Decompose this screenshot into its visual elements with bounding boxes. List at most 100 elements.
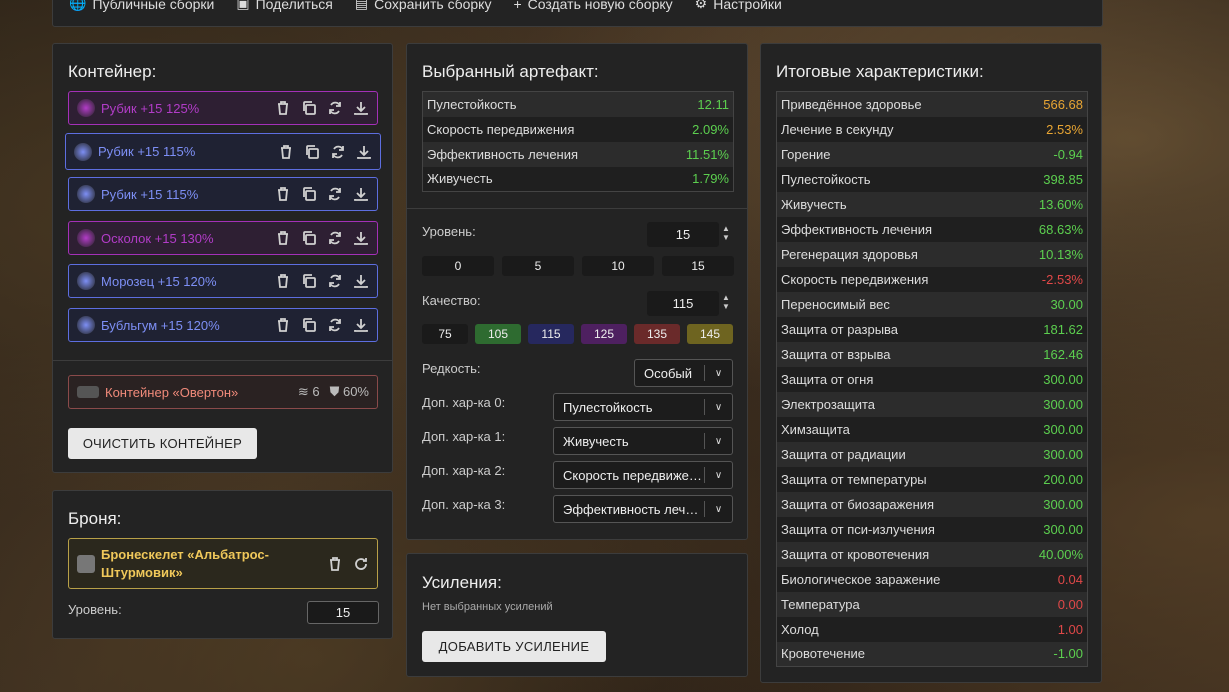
download-icon[interactable]: [356, 144, 372, 160]
chevron-down-icon: ∨: [704, 467, 732, 483]
download-icon[interactable]: [353, 186, 369, 202]
total-value: 300.00: [1013, 516, 1088, 542]
total-row: Электрозащита 300.00: [776, 391, 1088, 417]
download-icon[interactable]: [353, 273, 369, 289]
quality-preset-button[interactable]: 135: [634, 324, 680, 344]
artifact-label: Рубик +15 115%: [98, 144, 196, 159]
total-value: 13.60%: [1013, 191, 1088, 217]
extra-stat-select[interactable]: Пулестойкость ∨: [553, 393, 733, 421]
level-preset-button[interactable]: 10: [582, 256, 654, 276]
total-name: Защита от биозаражения: [776, 491, 1014, 517]
total-row: Защита от огня 300.00: [776, 366, 1088, 392]
extra-stat-label: Доп. хар-ка 0:: [422, 395, 506, 410]
total-name: Эффективность лечения: [776, 216, 1014, 242]
chevron-down-icon: ∨: [704, 433, 732, 449]
delete-icon[interactable]: [275, 273, 291, 289]
total-value: -0.94: [1013, 141, 1088, 167]
armor-title: Броня:: [68, 509, 122, 528]
extra-stat-select[interactable]: Живучесть ∨: [553, 427, 733, 455]
quality-preset-button[interactable]: 105: [475, 324, 521, 344]
quality-preset-button[interactable]: 125: [581, 324, 627, 344]
download-icon[interactable]: [353, 230, 369, 246]
artifact-icon: [77, 99, 95, 117]
level-preset-button[interactable]: 5: [502, 256, 574, 276]
total-row: Горение -0.94: [776, 141, 1088, 167]
total-row: Защита от температуры 200.00: [776, 466, 1088, 492]
artifact-stats-table: Пулестойкость 12.11 Скорость передвижения 2…: [422, 91, 734, 192]
container-artifact[interactable]: Рубик +15 125%: [68, 91, 378, 125]
refresh-icon[interactable]: [353, 556, 369, 572]
container-artifact[interactable]: Рубик +15 115%: [65, 133, 381, 170]
delete-icon[interactable]: [275, 317, 291, 333]
quality-preset-button[interactable]: 145: [687, 324, 733, 344]
share-link[interactable]: ▣ Поделиться: [236, 0, 333, 12]
new-build-link[interactable]: + Создать новую сборку: [513, 0, 672, 12]
swap-icon[interactable]: [327, 230, 343, 246]
level-preset-button[interactable]: 0: [422, 256, 494, 276]
image-icon: ▣: [236, 0, 250, 11]
container-artifact[interactable]: Осколок +15 130%: [68, 221, 378, 255]
protection-value: ⛊ 60%: [329, 384, 369, 399]
level-input[interactable]: 15: [647, 222, 719, 247]
quality-spinner[interactable]: ▲ ▼: [721, 293, 731, 311]
armor-item[interactable]: Бронескелет «Альбатрос-Штурмовик»: [68, 538, 378, 589]
total-value: 566.68: [1013, 91, 1088, 117]
settings-link[interactable]: ⚙ Настройки: [695, 0, 782, 12]
armor-level-input[interactable]: 15: [307, 601, 379, 624]
slots-count: ≋ 6: [297, 384, 320, 399]
swap-icon[interactable]: [330, 144, 346, 160]
swap-icon[interactable]: [327, 317, 343, 333]
artifact-label: Рубик +15 115%: [101, 186, 199, 202]
total-row: Защита от кровотечения 40.00%: [776, 541, 1088, 567]
quality-input[interactable]: 115: [647, 291, 719, 316]
public-builds-link[interactable]: 🌐 Публичные сборки: [69, 0, 214, 12]
delete-icon[interactable]: [327, 556, 343, 572]
artifact-label: Бубльгум +15 120%: [101, 317, 220, 333]
delete-icon[interactable]: [278, 144, 294, 160]
rarity-select[interactable]: Особый ∨: [634, 359, 733, 387]
globe-icon: 🌐: [69, 0, 87, 11]
level-spinner[interactable]: ▲ ▼: [721, 224, 731, 242]
total-name: Температура: [776, 591, 1014, 617]
add-boost-button[interactable]: ДОБАВИТЬ УСИЛЕНИЕ: [422, 631, 606, 662]
level-preset-button[interactable]: 15: [662, 256, 734, 276]
container-title: Контейнер:: [68, 62, 157, 81]
save-build-link[interactable]: ▤ Сохранить сборку: [355, 0, 492, 12]
total-name: Кровотечение: [776, 641, 1014, 667]
extra-stat-select[interactable]: Скорость передвижения ∨: [553, 461, 733, 489]
quality-preset-button[interactable]: 75: [422, 324, 468, 344]
stat-value: 12.11: [657, 91, 734, 117]
total-row: Биологическое заражение 0.04: [776, 566, 1088, 592]
swap-icon[interactable]: [327, 186, 343, 202]
download-icon[interactable]: [353, 100, 369, 116]
total-name: Электрозащита: [776, 391, 1014, 417]
swap-icon[interactable]: [327, 273, 343, 289]
container-artifact[interactable]: Бубльгум +15 120%: [68, 308, 378, 342]
delete-icon[interactable]: [275, 186, 291, 202]
copy-icon[interactable]: [301, 186, 317, 202]
stat-row: Скорость передвижения 2.09%: [422, 116, 734, 142]
container-artifact[interactable]: Рубик +15 115%: [68, 177, 378, 211]
artifact-panel: Выбранный артефакт: Пулестойкость 12.11 Ск…: [406, 43, 748, 540]
swap-icon[interactable]: [327, 100, 343, 116]
stat-name: Эффективность лечения: [422, 141, 658, 167]
total-row: Живучесть 13.60%: [776, 191, 1088, 217]
stat-value: 1.79%: [657, 166, 734, 192]
delete-icon[interactable]: [275, 230, 291, 246]
clear-container-button[interactable]: ОЧИСТИТЬ КОНТЕЙНЕР: [68, 428, 257, 459]
copy-icon[interactable]: [304, 144, 320, 160]
quality-preset-button[interactable]: 115: [528, 324, 574, 344]
copy-icon[interactable]: [301, 100, 317, 116]
copy-icon[interactable]: [301, 273, 317, 289]
copy-icon[interactable]: [301, 230, 317, 246]
container-artifact[interactable]: Морозец +15 120%: [68, 264, 378, 298]
total-row: Холод 1.00: [776, 616, 1088, 642]
total-row: Приведённое здоровье 566.68: [776, 91, 1088, 117]
artifact-icon: [77, 272, 95, 290]
extra-stat-select[interactable]: Эффективность лечения ∨: [553, 495, 733, 523]
artifact-icon: [77, 316, 95, 334]
delete-icon[interactable]: [275, 100, 291, 116]
copy-icon[interactable]: [301, 317, 317, 333]
container-box[interactable]: Контейнер «Овертон» ≋ 6 ⛊ 60%: [68, 375, 378, 409]
download-icon[interactable]: [353, 317, 369, 333]
